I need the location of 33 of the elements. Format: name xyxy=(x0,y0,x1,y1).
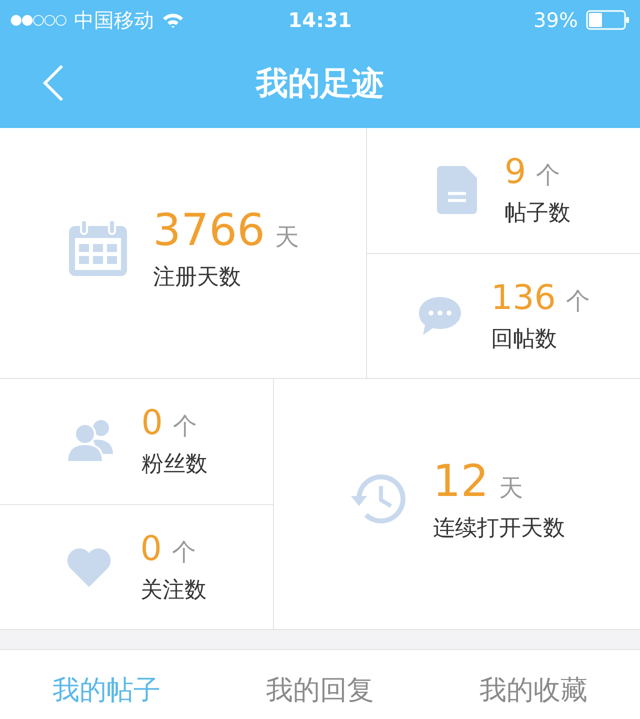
stat-unit: 个 xyxy=(172,536,196,568)
stat-unit: 个 xyxy=(536,160,560,192)
stat-label: 粉丝数 xyxy=(141,451,208,480)
calendar-icon xyxy=(67,218,129,278)
stat-value: 0 xyxy=(141,403,163,444)
stat-unit: 天 xyxy=(274,222,299,252)
tab[interactable]: 我的回复 xyxy=(213,672,427,708)
stat-label: 帖子数 xyxy=(504,200,570,228)
tab[interactable]: 我的帖子 xyxy=(0,672,214,708)
page-title: 我的足迹 xyxy=(256,63,384,104)
tab[interactable]: 我的收藏 xyxy=(426,672,640,708)
signal-strength: ●●○○○ xyxy=(10,12,66,28)
stat-value: 3766 xyxy=(153,204,265,256)
wifi-icon xyxy=(162,12,184,28)
stat-value: 9 xyxy=(504,152,526,192)
chat-bubble-icon xyxy=(417,294,464,337)
stat-unit: 天 xyxy=(498,472,523,504)
battery-percent: 39% xyxy=(534,8,578,32)
status-time: 14:31 xyxy=(288,8,352,32)
heart-icon xyxy=(66,546,112,587)
stat-label: 注册天数 xyxy=(153,264,242,292)
stat-value: 136 xyxy=(491,278,556,318)
stat-label: 回帖数 xyxy=(491,326,558,354)
document-icon xyxy=(436,166,476,214)
stat-unit: 个 xyxy=(172,411,197,442)
back-icon[interactable] xyxy=(42,64,64,102)
carrier-name: 中国移动 xyxy=(74,6,154,34)
stat-value: 12 xyxy=(432,456,489,506)
stat-unit: 个 xyxy=(566,286,590,317)
battery-icon xyxy=(586,10,630,30)
stat-value: 0 xyxy=(140,528,162,569)
stat-label: 关注数 xyxy=(140,576,206,605)
stat-label: 连续打开天数 xyxy=(432,514,565,542)
